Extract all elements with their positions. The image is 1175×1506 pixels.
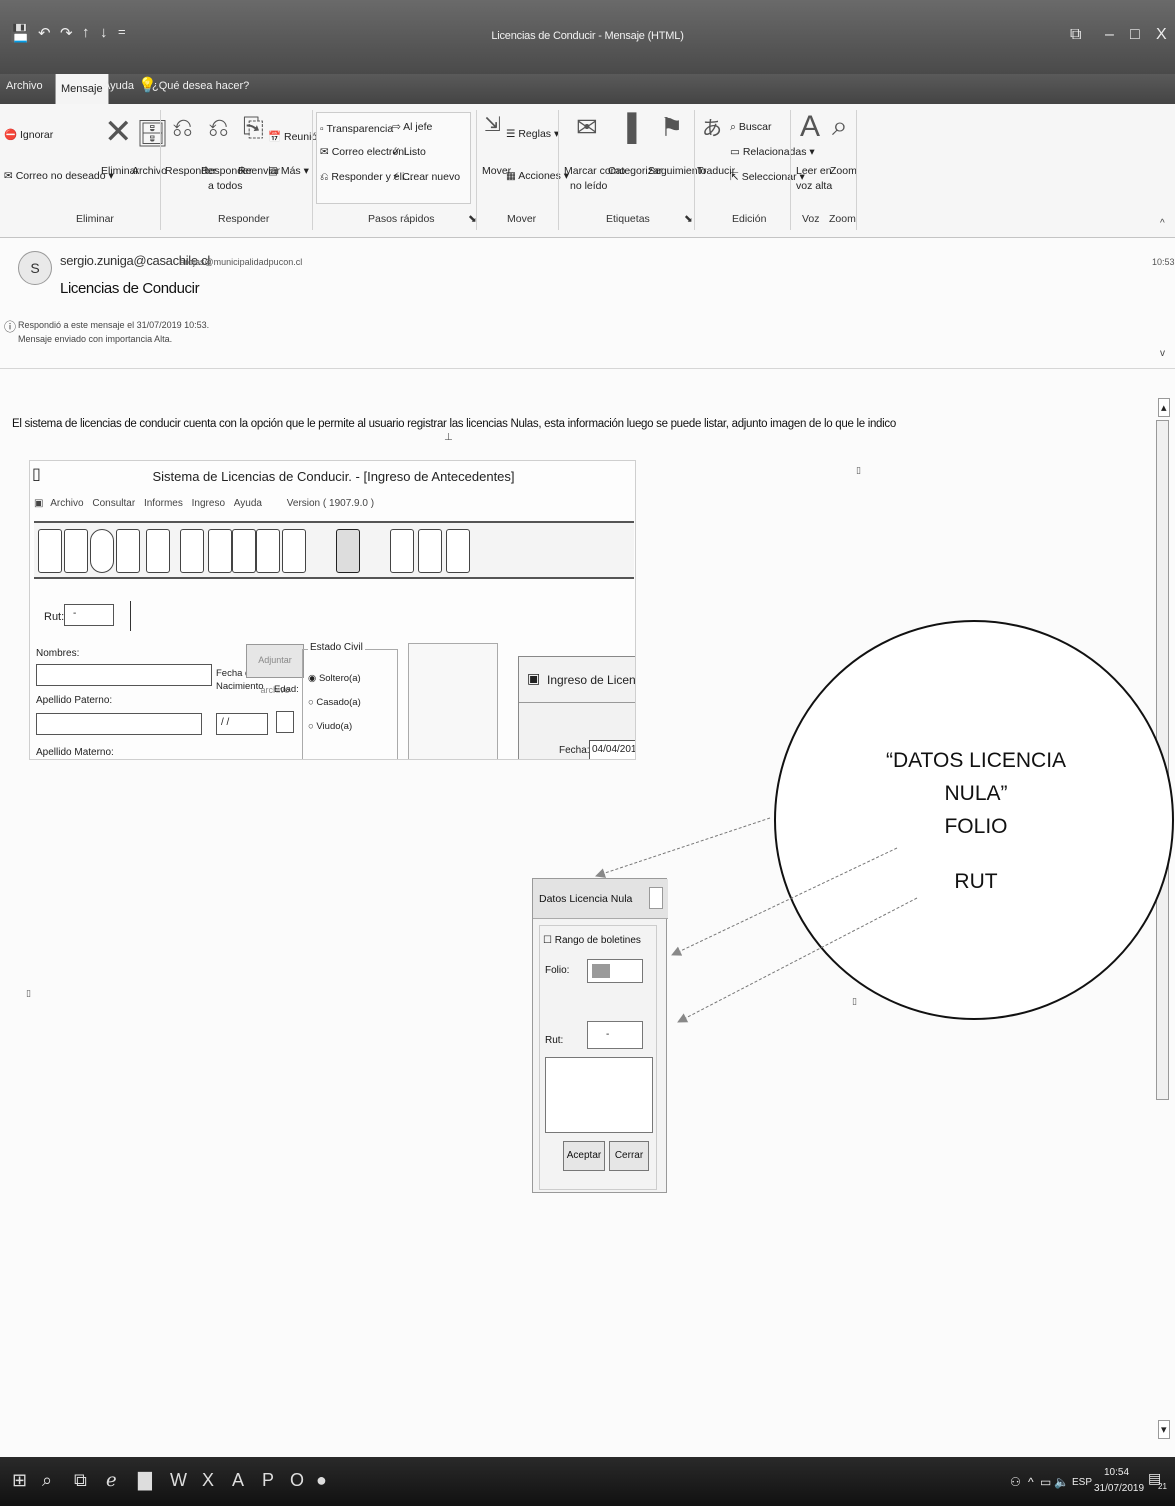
annotation-arrows: [595, 817, 918, 1023]
datos-licencia-nula-dialog: Datos Licencia Nula ☐ Rango de boletines…: [532, 878, 668, 1193]
volume-icon[interactable]: 🔈: [1054, 1475, 1069, 1489]
folio-highlight: [592, 964, 610, 978]
search-icon[interactable]: ⌕: [42, 1470, 52, 1491]
dialog-close-icon[interactable]: [649, 887, 663, 909]
rut-input[interactable]: -: [587, 1021, 643, 1049]
app-icon[interactable]: ●: [316, 1470, 327, 1491]
outlook-icon[interactable]: O: [290, 1470, 304, 1491]
rut-label: Rut:: [545, 1035, 564, 1046]
cerrar-button[interactable]: Cerrar: [609, 1141, 649, 1171]
arrow-to-folio: [671, 847, 898, 956]
network-icon[interactable]: ▭: [1040, 1475, 1051, 1489]
handle-icon: ▯: [852, 996, 857, 1006]
language-indicator[interactable]: ESP: [1072, 1477, 1092, 1488]
dialog-title: Datos Licencia Nula: [533, 879, 668, 919]
clock-time[interactable]: 10:54: [1104, 1467, 1129, 1478]
folio-input[interactable]: [587, 959, 643, 983]
people-icon[interactable]: ⚇: [1010, 1475, 1021, 1489]
windows-start-icon[interactable]: ⊞: [12, 1470, 27, 1491]
folio-label: Folio:: [545, 965, 570, 976]
arrow-to-rut: [677, 897, 918, 1023]
project-icon[interactable]: P: [262, 1470, 274, 1491]
word-icon[interactable]: W: [170, 1470, 187, 1491]
access-icon[interactable]: A: [232, 1470, 244, 1491]
arrow-to-dialog: [595, 817, 771, 878]
handle-icon: ▯: [26, 988, 31, 998]
show-hidden-icon[interactable]: ^: [1028, 1475, 1034, 1489]
clock-date[interactable]: 31/07/2019: [1094, 1483, 1144, 1494]
rango-checkbox[interactable]: ☐ Rango de boletines: [543, 935, 641, 946]
edge-icon[interactable]: ℯ: [106, 1470, 117, 1491]
aceptar-button[interactable]: Aceptar: [563, 1141, 605, 1171]
dialog-textarea[interactable]: [545, 1057, 653, 1133]
rango-label: Rango de boletines: [554, 935, 641, 946]
excel-icon[interactable]: X: [202, 1470, 214, 1491]
notification-count: 21: [1158, 1482, 1167, 1491]
explorer-icon[interactable]: ▇: [138, 1470, 152, 1491]
task-view-icon[interactable]: ⧉: [74, 1470, 87, 1491]
